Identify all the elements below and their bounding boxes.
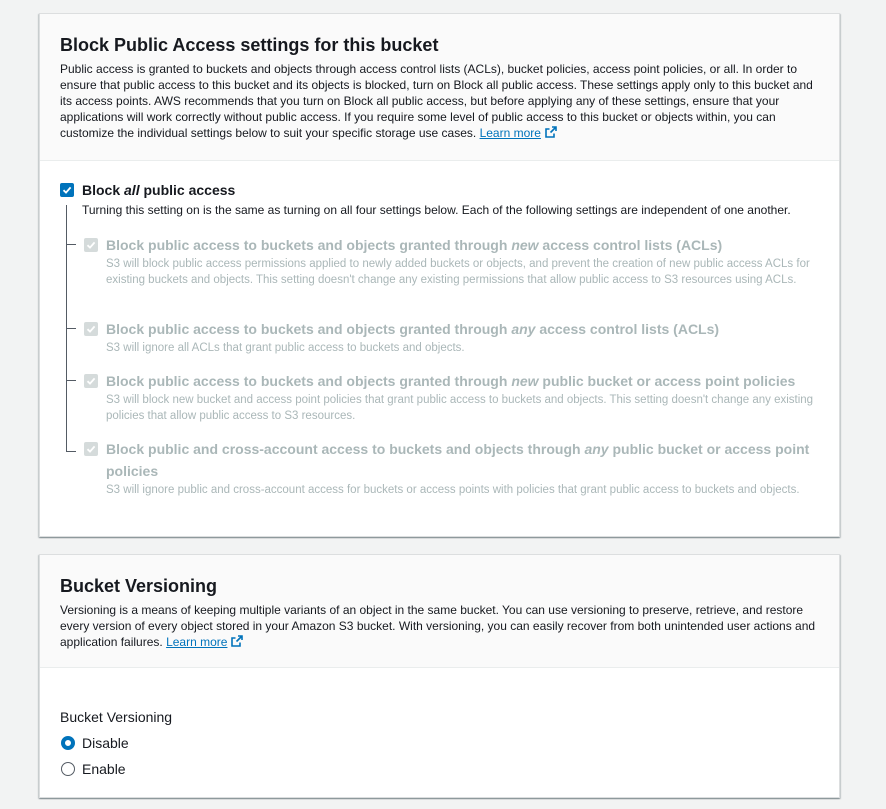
bucket-versioning-header: Bucket Versioning Versioning is a means …	[40, 555, 839, 668]
bucket-versioning-field-label: Bucket Versioning	[60, 709, 173, 725]
block-all-public-access-checkbox[interactable]	[60, 183, 74, 197]
radio-disable-label: Disable	[82, 735, 129, 751]
check-icon	[86, 445, 96, 453]
option-label-em: any	[511, 321, 536, 337]
bucket-versioning-description: Versioning is a means of keeping multipl…	[60, 602, 819, 650]
option-new-acls-description: S3 will block public access permissions …	[106, 258, 810, 286]
learn-more-link[interactable]: Learn more	[480, 126, 541, 140]
option-any-policies-label[interactable]: Block public and cross-account access to…	[106, 438, 826, 482]
option-label-prefix: Block public and cross-account access to…	[106, 441, 585, 457]
option-label-prefix: Block public access to buckets and objec…	[106, 373, 512, 389]
option-label-suffix: access control lists (ACLs)	[538, 237, 723, 253]
option-label-em: new	[511, 237, 539, 253]
option-new-acls-label[interactable]: Block public access to buckets and objec…	[106, 234, 826, 256]
option-any-policies-description: S3 will ignore public and cross-account …	[106, 484, 800, 496]
tree-branch	[66, 244, 76, 245]
bucket-versioning-panel: Bucket Versioning Versioning is a means …	[39, 554, 840, 798]
option-new-policies-description: S3 will block new bucket and access poin…	[106, 394, 814, 422]
option-label-suffix: public bucket or access point policies	[538, 373, 796, 389]
bucket-versioning-title: Bucket Versioning	[60, 576, 218, 596]
external-link-icon[interactable]	[231, 635, 244, 647]
option-label-em: any	[584, 441, 609, 457]
option-label-prefix: Block public access to buckets and objec…	[106, 237, 512, 253]
learn-more-link[interactable]: Learn more	[166, 635, 227, 649]
option-any-acls-checkbox[interactable]	[84, 322, 98, 336]
radio-disable[interactable]	[61, 736, 75, 750]
master-label-prefix: Block	[82, 182, 125, 198]
block-public-access-description-text: Public access is granted to buckets and …	[60, 62, 813, 140]
tree-branch	[66, 328, 76, 329]
block-public-access-description: Public access is granted to buckets and …	[60, 61, 819, 141]
option-label-suffix: access control lists (ACLs)	[535, 321, 720, 337]
block-public-access-title: Block Public Access settings for this bu…	[60, 35, 439, 55]
check-icon	[86, 377, 96, 385]
option-any-acls-label[interactable]: Block public access to buckets and objec…	[106, 318, 826, 340]
option-label-em: new	[511, 373, 539, 389]
external-link-icon[interactable]	[545, 126, 557, 138]
block-all-public-access-label[interactable]: Block all public access	[82, 181, 235, 199]
block-all-public-access-description: Turning this setting on is the same as t…	[82, 203, 791, 217]
master-label-suffix: public access	[139, 182, 236, 198]
option-new-acls-checkbox[interactable]	[84, 238, 98, 252]
block-public-access-header: Block Public Access settings for this bu…	[40, 14, 839, 161]
option-new-policies-checkbox[interactable]	[84, 374, 98, 388]
master-label-em: all	[124, 182, 140, 198]
option-any-acls-description: S3 will ignore all ACLs that grant publi…	[106, 342, 465, 354]
radio-enable-label: Enable	[82, 761, 126, 777]
block-public-access-panel: Block Public Access settings for this bu…	[39, 13, 840, 537]
option-label-prefix: Block public access to buckets and objec…	[106, 321, 512, 337]
option-any-policies-checkbox[interactable]	[84, 442, 98, 456]
option-new-policies-label[interactable]: Block public access to buckets and objec…	[106, 370, 826, 392]
tree-branch	[66, 380, 76, 381]
tree-branch	[66, 451, 76, 452]
check-icon	[62, 186, 72, 194]
check-icon	[86, 325, 96, 333]
check-icon	[86, 241, 96, 249]
radio-enable[interactable]	[61, 762, 75, 776]
